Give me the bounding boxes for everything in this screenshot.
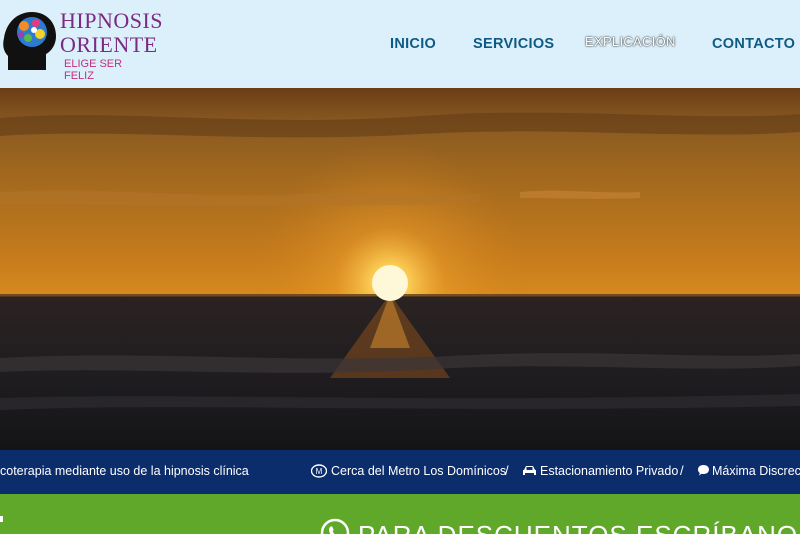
brand-name-line2: ORIENTE [60, 32, 158, 57]
strip-separator: / [505, 463, 509, 478]
hero-sunset-image [0, 88, 800, 450]
nav-explicacion[interactable]: EXPLICACIÓN [585, 34, 676, 49]
scroll-marker [0, 516, 3, 522]
strip-item-discretion: Máxima Discrecio [712, 464, 800, 478]
strip-separator: / [680, 463, 684, 478]
whatsapp-icon[interactable] [320, 518, 350, 534]
metro-icon: M [311, 464, 327, 478]
promo-bar: PARA DESCUENTOS ESCRÍBANOS PO [0, 494, 800, 534]
nav-servicios[interactable]: SERVICIOS [473, 36, 554, 52]
promo-text[interactable]: PARA DESCUENTOS ESCRÍBANOS PO [358, 520, 800, 534]
nav-inicio[interactable]: INICIO [390, 36, 436, 52]
brand-name-line1: HIPNOSIS [60, 8, 164, 33]
brand-tagline: ELIGE SER FELIZ [64, 58, 123, 82]
strip-item-parking: Estacionamiento Privado [540, 464, 679, 478]
chat-bubble-icon [698, 465, 709, 476]
info-strip: coterapia mediante uso de la hipnosis cl… [0, 450, 800, 494]
strip-item-therapy: coterapia mediante uso de la hipnosis cl… [0, 464, 249, 478]
site-header: HIPNOSIS ORIENTE ELIGE SER FELIZ INICIO … [0, 0, 800, 88]
svg-text:M: M [316, 467, 323, 476]
strip-item-metro: Cerca del Metro Los Domínicos [331, 464, 507, 478]
brain-head-icon [3, 12, 57, 70]
nav-contacto[interactable]: CONTACTO [712, 36, 795, 52]
logo[interactable]: HIPNOSIS ORIENTE ELIGE SER FELIZ [2, 6, 163, 82]
car-icon [523, 466, 536, 475]
